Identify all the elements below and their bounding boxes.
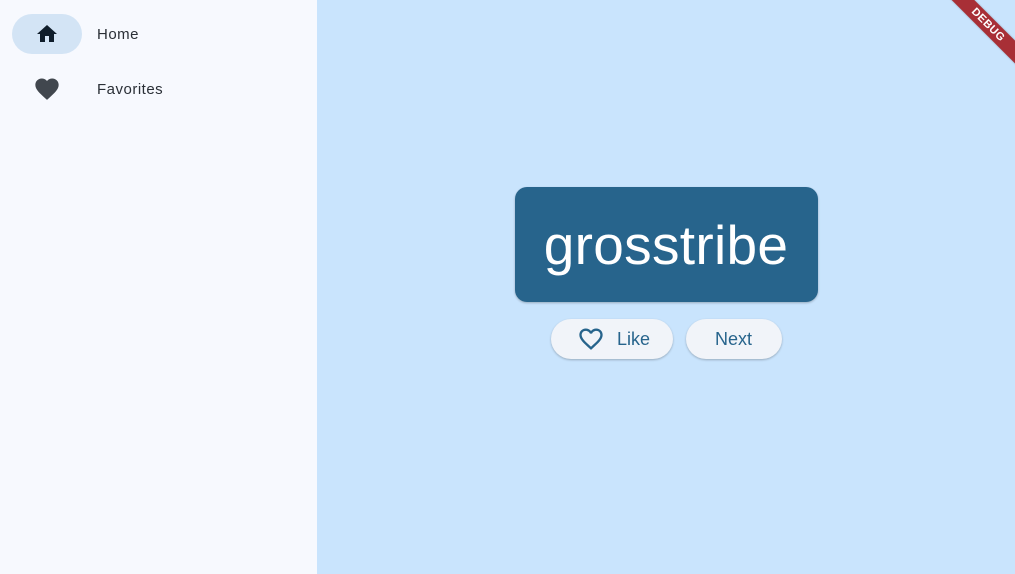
- navigation-rail: Home Favorites: [0, 0, 317, 574]
- like-button-label: Like: [616, 328, 651, 349]
- app-window: Home Favorites grosstribe Like Next DEBU…: [0, 0, 1015, 574]
- nav-item-home[interactable]: Home: [0, 14, 317, 54]
- nav-item-favorites[interactable]: Favorites: [0, 69, 317, 109]
- like-button[interactable]: Like: [550, 319, 673, 359]
- heart-outline-icon: [579, 328, 603, 350]
- next-button[interactable]: Next: [685, 319, 782, 359]
- word-pair-text: grosstribe: [543, 213, 789, 276]
- nav-item-label: Favorites: [97, 80, 164, 98]
- nav-indicator: [12, 14, 82, 54]
- home-icon: [37, 25, 57, 42]
- action-row: Like Next: [550, 319, 782, 359]
- heart-icon: [35, 78, 59, 100]
- word-pair-card: grosstribe: [514, 187, 818, 302]
- nav-indicator: [12, 69, 82, 109]
- nav-item-label: Home: [97, 25, 140, 43]
- generator-page: grosstribe Like Next: [317, 0, 1015, 574]
- next-button-label: Next: [714, 328, 752, 349]
